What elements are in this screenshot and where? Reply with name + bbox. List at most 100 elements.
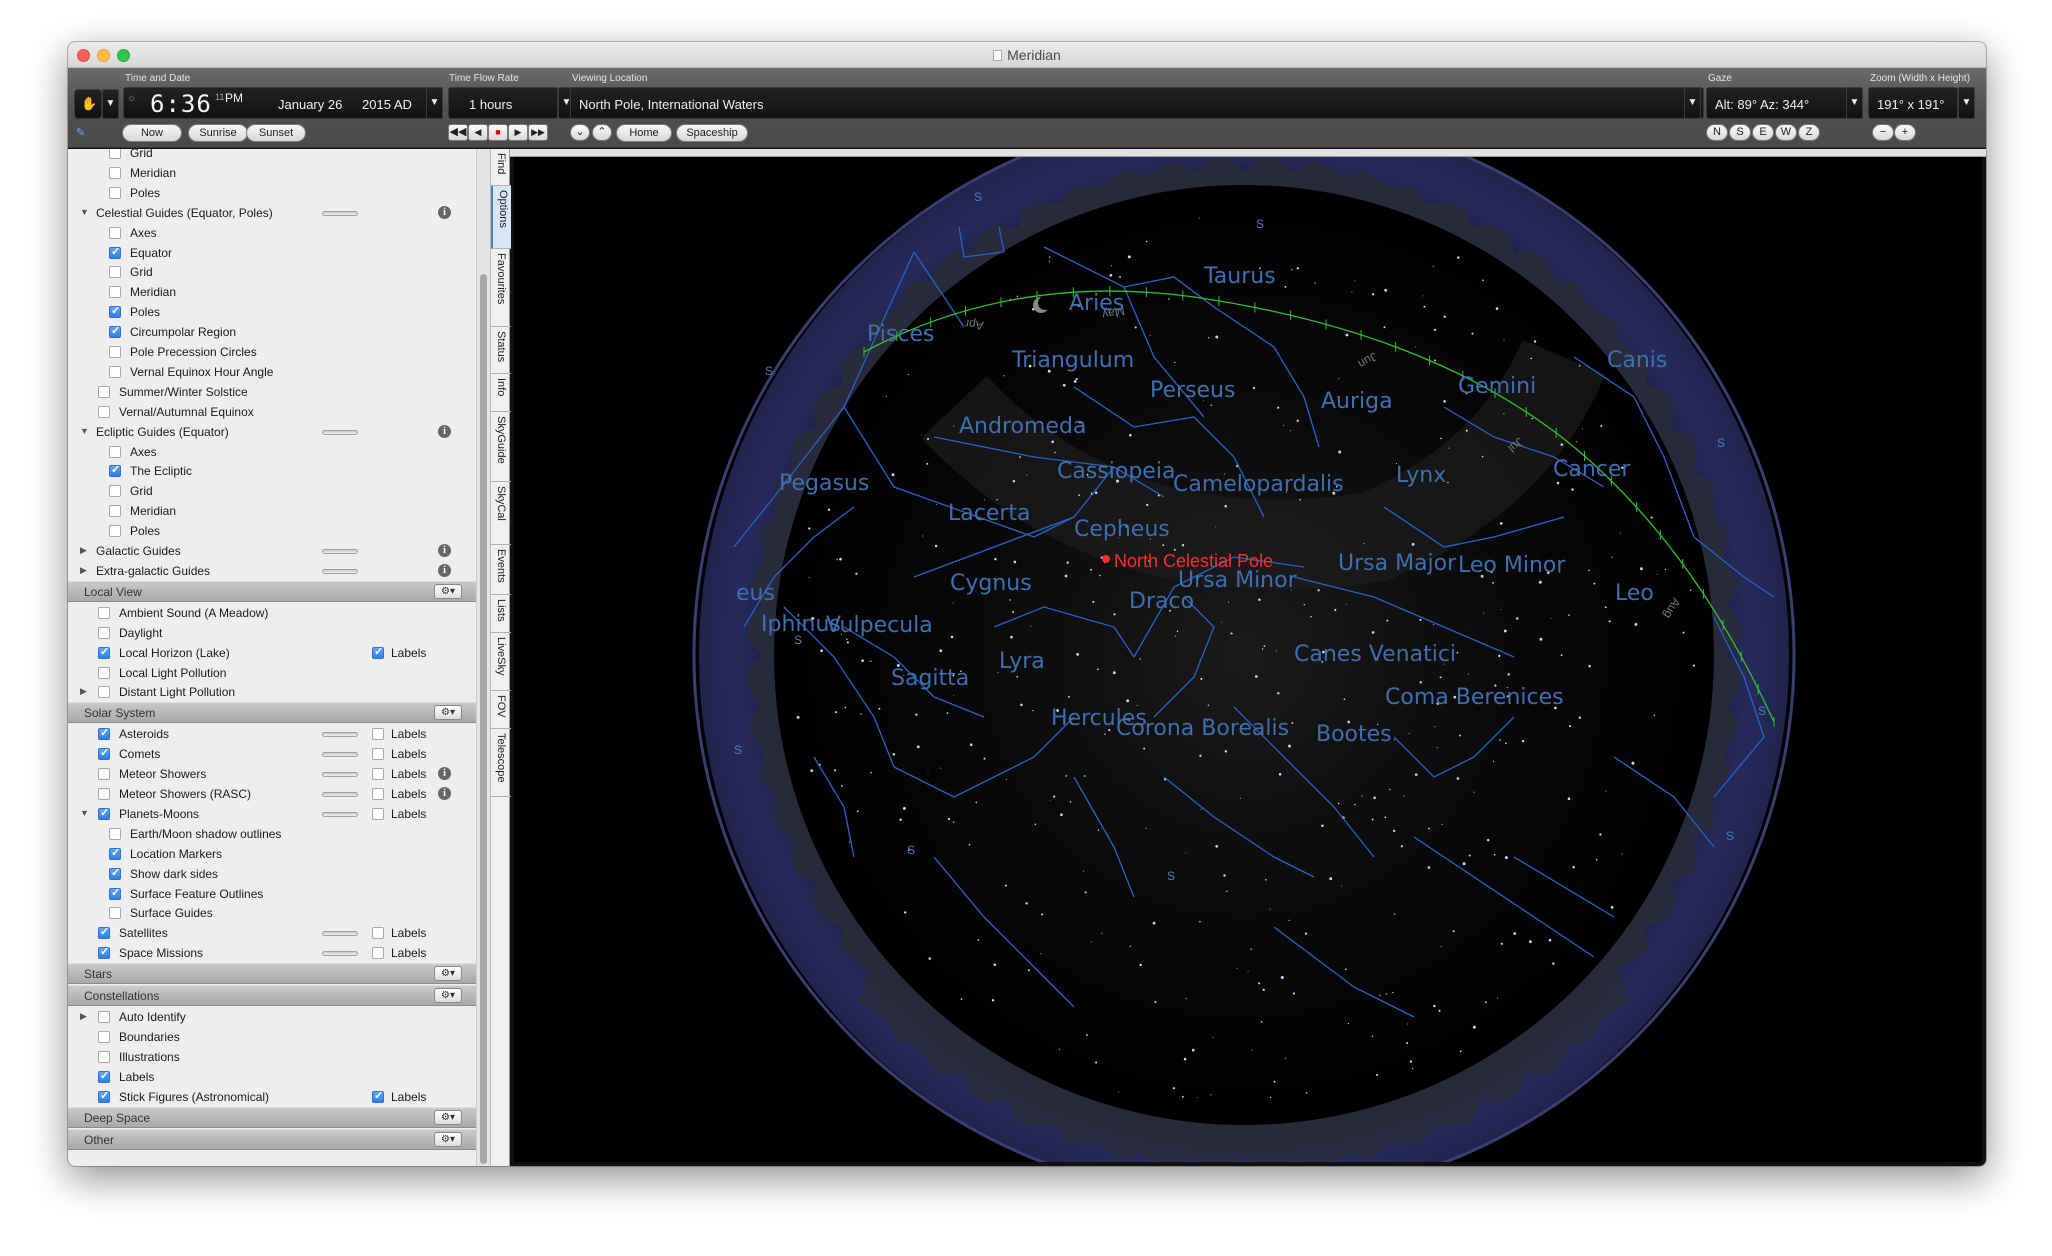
option-checkbox[interactable] [98,726,110,741]
option-checkbox[interactable] [98,1031,110,1043]
option-checkbox[interactable] [109,149,121,159]
tab-info[interactable]: Info [491,374,511,412]
option-checkbox[interactable] [98,645,110,659]
option-checkbox[interactable] [109,505,121,518]
now-button[interactable]: Now [122,124,182,142]
option-checkbox[interactable] [109,286,121,299]
gaze-west-button[interactable]: W [1775,124,1797,141]
option-checkbox[interactable] [109,266,121,279]
constellation-label[interactable]: Draco [1129,589,1194,614]
constellation-label[interactable]: Lyra [999,649,1045,674]
opacity-slider[interactable] [322,549,358,554]
stop-button[interactable]: ■ [488,124,508,141]
zoom-out-button[interactable]: − [1872,124,1894,141]
zoom-field[interactable]: 191° x 191° [1868,87,1958,119]
option-checkbox[interactable] [109,846,121,860]
gaze-north-button[interactable]: N [1706,124,1728,141]
constellation-label[interactable]: Cepheus [1074,517,1170,542]
constellation-label[interactable]: Triangulum [1011,348,1134,373]
gear-menu-button[interactable]: ⚙▾ [434,583,462,599]
section-stars[interactable]: Stars ⚙▾ [68,963,476,985]
option-checkbox[interactable] [98,925,110,940]
constellation-label[interactable]: Pisces [867,322,934,347]
option-checkbox[interactable] [109,226,121,239]
view-splitter[interactable] [510,149,1986,157]
step-forward-fast-button[interactable]: ▶▶ [528,124,548,141]
constellation-label[interactable]: Canis [1607,348,1667,373]
sky-chart[interactable]: AprMayJunJulAug SSSSSSSSSS TaurusAriesPi… [514,157,1982,1162]
constellation-label[interactable]: Lynx [1396,463,1446,488]
option-checkbox[interactable] [98,385,110,398]
labels-checkbox[interactable] [372,728,384,741]
disclosure-triangle-icon[interactable]: ▼ [80,808,89,818]
option-checkbox[interactable] [98,626,110,639]
constellation-label[interactable]: Bootes [1316,722,1392,747]
info-icon[interactable]: i [438,787,451,800]
time-flow-rate-field[interactable]: 1 hours [448,87,558,119]
section-solar-system[interactable]: Solar System ⚙▾ [68,702,476,724]
opacity-slider[interactable] [322,951,358,957]
info-icon[interactable]: i [438,424,451,438]
opacity-slider[interactable] [322,210,358,216]
disclosure-triangle-icon[interactable]: ▶ [80,1011,87,1022]
disclosure-triangle-icon[interactable]: ▶ [80,565,87,576]
option-checkbox[interactable] [98,1050,110,1063]
disclosure-triangle-icon[interactable]: ▼ [80,426,89,436]
gear-menu-button[interactable]: ⚙▾ [434,966,462,982]
gaze-dropdown[interactable]: ▼ [1846,87,1863,119]
option-checkbox[interactable] [109,445,121,458]
constellation-label[interactable]: Camelopardalis [1173,472,1344,497]
labels-checkbox[interactable] [372,768,384,781]
section-other[interactable]: Other ⚙▾ [68,1128,476,1150]
pin-icon[interactable]: ✎ [76,126,85,139]
section-deep-space[interactable]: Deep Space ⚙▾ [68,1106,476,1128]
option-checkbox[interactable] [109,907,121,920]
gear-menu-button[interactable]: ⚙▾ [434,1131,462,1147]
sidebar-scroll-thumb[interactable] [480,274,487,1164]
option-checkbox[interactable] [98,788,110,800]
constellation-label[interactable]: Taurus [1203,264,1276,289]
option-checkbox[interactable] [109,827,121,840]
close-window-button[interactable] [77,49,90,62]
info-icon[interactable]: i [438,767,451,781]
time-control-knob[interactable]: ✋ [74,89,102,119]
option-checkbox[interactable] [109,346,121,358]
option-checkbox[interactable] [98,806,110,820]
sidebar-scrollbar[interactable] [476,149,490,1166]
constellation-label[interactable]: Perseus [1150,378,1235,403]
ampm-display[interactable]: PM [225,91,243,105]
tab-options[interactable]: Options [491,186,511,249]
opacity-slider[interactable] [322,429,358,435]
option-checkbox[interactable] [109,886,121,900]
disclosure-triangle-icon[interactable]: ▶ [80,686,87,697]
north-celestial-pole-label[interactable]: North Celestial Pole [1114,551,1273,571]
info-icon[interactable]: i [438,563,451,577]
info-icon[interactable]: i [438,544,451,557]
gear-menu-button[interactable]: ⚙▾ [434,1109,462,1125]
constellation-label[interactable]: Leo [1615,581,1654,606]
tab-fov[interactable]: FOV [491,691,511,729]
zoom-window-button[interactable] [117,49,130,62]
gear-menu-button[interactable]: ⚙▾ [434,705,462,721]
time-date-field[interactable]: ☼ 6:36 11 PM January 26 2015 AD [123,87,430,119]
section-constellations[interactable]: Constellations ⚙▾ [68,985,476,1007]
labels-checkbox[interactable] [372,645,384,659]
option-checkbox[interactable] [98,746,110,761]
viewing-location-field[interactable]: North Pole, International Waters [570,87,1704,119]
constellation-label[interactable]: Sagitta [891,666,969,691]
constellation-label[interactable]: Lacerta [948,501,1031,526]
tab-events[interactable]: Events [491,545,511,595]
constellation-label[interactable]: Cygnus [950,571,1032,596]
constellation-label[interactable]: eus [736,581,775,606]
constellation-label[interactable]: Andromeda [959,414,1086,439]
opacity-slider[interactable] [322,752,358,758]
labels-checkbox[interactable] [372,927,384,940]
option-checkbox[interactable] [109,324,121,339]
date-menu-dropdown[interactable]: ▼ [426,87,443,119]
sunrise-button[interactable]: Sunrise [188,124,248,142]
gear-menu-button[interactable]: ⚙▾ [434,988,462,1004]
viewing-location-dropdown[interactable]: ▼ [1684,87,1701,119]
gaze-south-button[interactable]: S [1729,124,1751,141]
zoom-dropdown[interactable]: ▼ [1958,87,1975,119]
opacity-slider[interactable] [322,792,358,797]
